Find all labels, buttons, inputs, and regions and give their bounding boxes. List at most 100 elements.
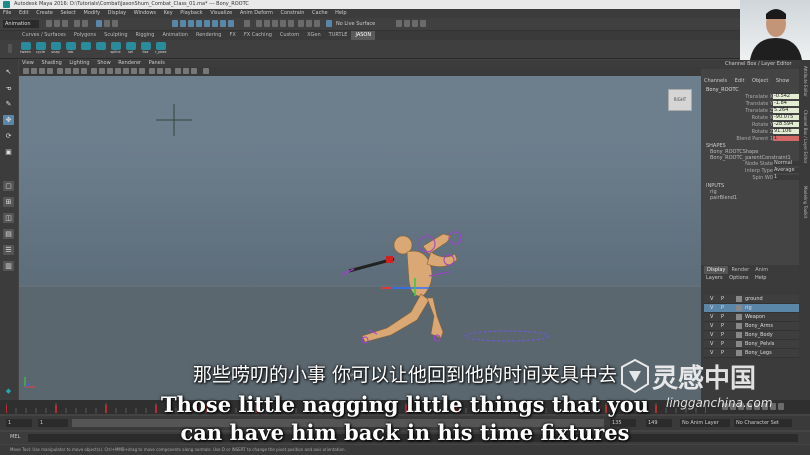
shelf-button-cycle[interactable]: cycle — [35, 42, 46, 56]
layer-visibility-toggle[interactable]: V — [710, 295, 713, 303]
attr-value-field[interactable]: Normal — [773, 161, 802, 166]
attr-value-field[interactable]: 5.264 — [773, 108, 802, 113]
bookmark-icon[interactable] — [39, 68, 45, 74]
menu-playback[interactable]: Playback — [180, 10, 202, 16]
layer-visibility-toggle[interactable]: V — [710, 331, 713, 339]
menu-set-dropdown[interactable]: Animation — [3, 20, 39, 28]
attr-value-field[interactable]: 1 — [773, 136, 802, 141]
shelf-button-snap[interactable]: snap — [50, 42, 61, 56]
menu-display[interactable]: Display — [108, 10, 126, 16]
menu-visualize[interactable]: Visualize — [210, 10, 232, 16]
shelf-button-lisa[interactable]: lisa — [140, 42, 151, 56]
make-live-icon[interactable] — [314, 20, 320, 27]
resolution-gate-icon[interactable] — [73, 68, 79, 74]
attr-value-field[interactable]: -0.542 — [773, 94, 802, 99]
shadows-icon[interactable] — [139, 68, 145, 74]
snap-point-icon[interactable] — [272, 20, 278, 27]
symmetry-icon[interactable] — [326, 20, 332, 27]
mask-deformations-icon[interactable] — [204, 20, 210, 27]
menu-help[interactable]: Help — [335, 10, 346, 16]
layer-row-bony_arms[interactable]: V P Bony_Arms — [704, 322, 799, 331]
shelf-tab-polygons[interactable]: Polygons — [70, 31, 100, 40]
layer-playback-toggle[interactable]: P — [721, 340, 724, 348]
shelf-tab-animation[interactable]: Animation — [158, 31, 192, 40]
menu-windows[interactable]: Windows — [134, 10, 156, 16]
layer-color-swatch[interactable] — [736, 332, 742, 338]
attr-value-field[interactable]: 1 — [773, 175, 802, 180]
mask-dynamics-icon[interactable] — [212, 20, 218, 27]
shelf-button-sel[interactable]: sel — [125, 42, 136, 56]
graph-layout-icon[interactable]: ▤ — [3, 229, 14, 239]
outliner-layout-icon[interactable]: ☰ — [3, 245, 14, 255]
layer-row-rig[interactable]: V Prig — [704, 304, 799, 313]
image-plane-icon[interactable] — [47, 68, 53, 74]
mask-rendering-icon[interactable] — [220, 20, 226, 27]
show-menu[interactable]: Show — [776, 78, 790, 84]
shelf-tab-rigging[interactable]: Rigging — [132, 31, 159, 40]
shelf-tab-fx[interactable]: FX — [226, 31, 240, 40]
layer-row-weapon[interactable]: V P Weapon — [704, 313, 799, 322]
ipr-render-icon[interactable] — [404, 20, 410, 27]
attr-value-field[interactable]: 91.106 — [773, 129, 802, 134]
panel-menu-renderer[interactable]: Renderer — [118, 60, 141, 66]
select-tool-icon[interactable]: ↖ — [3, 67, 14, 77]
shelf-tab-sculpting[interactable]: Sculpting — [100, 31, 131, 40]
shelf-button-spline[interactable]: spline — [110, 42, 121, 56]
layer-visibility-toggle[interactable]: V — [710, 340, 713, 348]
panel-menu-panels[interactable]: Panels — [149, 60, 165, 66]
input-node[interactable]: pairBlend1 — [710, 195, 737, 201]
layers-menu[interactable]: Layers — [706, 275, 723, 281]
default-material-icon[interactable] — [107, 68, 113, 74]
layer-playback-toggle[interactable]: P — [721, 322, 724, 330]
tab-anim[interactable]: Anim — [752, 266, 771, 274]
menu-constrain[interactable]: Constrain — [280, 10, 304, 16]
shelf-button-tween[interactable]: tween — [20, 42, 31, 56]
layer-visibility-toggle[interactable]: V — [710, 313, 713, 321]
layer-color-swatch[interactable] — [736, 296, 742, 302]
camera-select-icon[interactable] — [23, 68, 29, 74]
tab-modeling-toolkit[interactable]: Modeling Toolkit — [801, 186, 808, 218]
anti-aliasing-icon[interactable] — [165, 68, 171, 74]
four-view-layout-icon[interactable]: ⊞ — [3, 197, 14, 207]
attr-value-field[interactable]: Average — [773, 168, 802, 173]
mask-curves-icon[interactable] — [188, 20, 194, 27]
textured-icon[interactable] — [123, 68, 129, 74]
tab-render[interactable]: Render — [728, 266, 752, 274]
tab-attribute-editor[interactable]: Attribute Editor — [801, 66, 808, 97]
menu-key[interactable]: Key — [164, 10, 173, 16]
shelf-tab-jason[interactable]: JASON — [351, 31, 376, 40]
render-settings-icon[interactable] — [412, 20, 418, 27]
object-menu[interactable]: Object — [752, 78, 768, 84]
rig-control-icon[interactable] — [340, 268, 355, 276]
save-scene-icon[interactable] — [62, 20, 68, 27]
shelf-tab-fx-caching[interactable]: FX Caching — [240, 31, 276, 40]
paint-select-tool-icon[interactable]: ✎ — [3, 99, 14, 109]
hypershade-icon[interactable] — [420, 20, 426, 27]
shelf-button-rpose[interactable]: r_pose — [155, 42, 167, 56]
isolate-select-icon[interactable] — [175, 68, 181, 74]
custom-layout-icon[interactable]: ▥ — [3, 261, 14, 271]
attr-value-field[interactable]: -1.84 — [773, 101, 802, 106]
mask-handles-icon[interactable] — [172, 20, 178, 27]
use-all-lights-icon[interactable] — [131, 68, 137, 74]
shelf-button-rob[interactable]: rob — [65, 42, 76, 56]
scale-tool-icon[interactable]: ▣ — [3, 147, 14, 157]
ambient-occlusion-icon[interactable] — [149, 68, 155, 74]
edit-menu[interactable]: Edit — [735, 78, 745, 84]
shelf-tab-rendering[interactable]: Rendering — [192, 31, 226, 40]
panel-menu-show[interactable]: Show — [97, 60, 111, 66]
move-tool-icon[interactable]: ✥ — [3, 115, 14, 125]
input-output-icon[interactable] — [306, 20, 312, 27]
lasso-tool-icon[interactable]: ᓀ — [3, 83, 14, 93]
menu-anim-deform[interactable]: Anim Deform — [240, 10, 273, 16]
shelf-button-6[interactable] — [95, 42, 106, 56]
layer-visibility-toggle[interactable]: V — [710, 304, 713, 312]
shelf-tab-curves[interactable]: Curves / Surfaces — [18, 31, 70, 40]
shelf-tab-custom[interactable]: Custom — [276, 31, 303, 40]
snap-view-icon[interactable] — [280, 20, 286, 27]
panel-menu-shading[interactable]: Shading — [41, 60, 61, 66]
rotate-tool-icon[interactable]: ⟳ — [3, 131, 14, 141]
layer-color-swatch[interactable] — [736, 323, 742, 329]
xray-icon[interactable] — [183, 68, 189, 74]
layer-row-bony_body[interactable]: V P Bony_Body — [704, 331, 799, 340]
